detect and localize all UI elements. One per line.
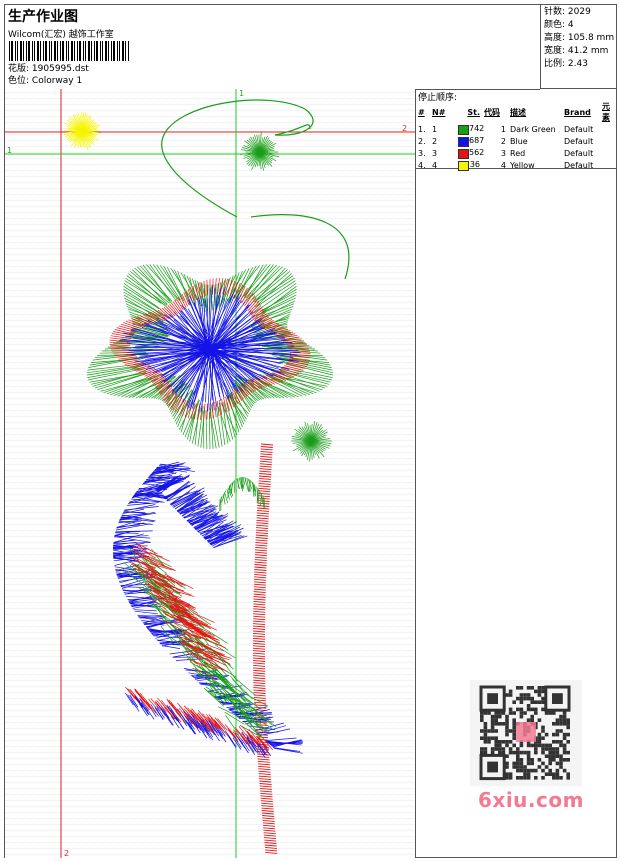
guide-marker-red-bottom: 2	[64, 849, 69, 858]
header-panel: 生产作业图 Wilcom(汇宏) 越饰工作室 花版: 1905995.dst 色…	[5, 5, 540, 90]
header-brand: Brand	[564, 107, 591, 117]
stat-height: 高度: 105.8 mm	[544, 33, 615, 43]
design-file-label: 花版:	[8, 64, 30, 74]
table-row: 3. 3 562 3 Red Default	[418, 147, 594, 159]
stop-sequence-panel: 停止顺序: # N# St. 代码 描述 Brand 元素 1. 1 742 1…	[415, 89, 617, 171]
color-swatch	[458, 124, 469, 135]
color-table: # N# St. 代码 描述 Brand 元素 1. 1 742 1 Dark …	[416, 101, 617, 171]
guide-marker-green-left: 1	[7, 146, 12, 155]
color-table-header: # N# St. 代码 描述 Brand 元素	[416, 101, 617, 123]
colorway-label: 色位:	[8, 76, 30, 86]
canvas-background	[5, 89, 415, 858]
header-element: 元素	[602, 102, 610, 122]
header-st: St.	[467, 107, 480, 117]
design-canvas: 1 1 2 2	[5, 89, 415, 858]
table-row: 2. 2 687 2 Blue Default	[418, 135, 594, 147]
qr-code	[470, 680, 582, 786]
barcode	[9, 41, 129, 61]
header-n: N#	[432, 107, 446, 117]
stat-colors: 颜色: 4	[544, 20, 574, 30]
table-row: 1. 1 742 1 Dark Green Default	[418, 123, 594, 135]
color-swatch	[458, 148, 469, 159]
design-file-row: 花版: 1905995.dst	[8, 64, 89, 75]
header-code: 代码	[484, 107, 500, 117]
guide-marker-green-top: 1	[239, 89, 244, 98]
stats-panel: 针数: 2029 颜色: 4 高度: 105.8 mm 宽度: 41.2 mm …	[540, 5, 617, 89]
guide-marker-red-right: 2	[402, 124, 407, 133]
header-desc: 描述	[510, 107, 526, 117]
header-num: #	[418, 107, 425, 117]
stat-stitches: 针数: 2029	[544, 7, 591, 17]
stat-width: 宽度: 41.2 mm	[544, 46, 609, 56]
stat-scale: 比例: 2.43	[544, 59, 588, 69]
design-file-value: 1905995.dst	[31, 64, 89, 74]
colorway-row: 色位: Colorway 1	[8, 76, 82, 87]
color-swatch	[458, 136, 469, 147]
watermark-text: 6xiu.com	[478, 788, 584, 812]
company-name: Wilcom(汇宏) 越饰工作室	[8, 30, 114, 40]
colorway-value: Colorway 1	[31, 76, 83, 86]
page-title: 生产作业图	[8, 9, 78, 25]
